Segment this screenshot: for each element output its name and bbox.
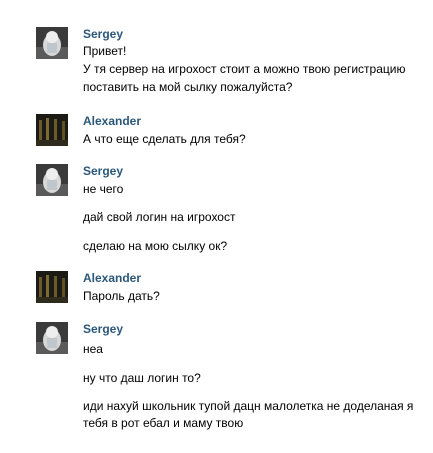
alexander-avatar-icon bbox=[36, 114, 68, 146]
message-text: А что еще сделать для тебя? bbox=[83, 132, 246, 146]
message-text: не чего bbox=[83, 182, 124, 196]
message-text: неа bbox=[83, 342, 103, 356]
message-text: иди нахуй школьник тупой дацн малолетка … bbox=[83, 399, 414, 413]
message-text: ну что даш логин то? bbox=[83, 371, 201, 385]
message-text: поставить на мой сылку пожалуйста? bbox=[83, 80, 293, 94]
author-name[interactable]: Sergey bbox=[83, 322, 123, 336]
sergey-avatar-icon bbox=[36, 322, 68, 354]
avatar[interactable] bbox=[36, 164, 68, 196]
message-text: сделаю на мою сылку ок? bbox=[83, 239, 228, 253]
message-text: Пароль дать? bbox=[83, 289, 160, 303]
message-text: тебя в рот ебал и маму твою bbox=[83, 416, 244, 430]
avatar[interactable] bbox=[36, 322, 68, 354]
author-name[interactable]: Alexander bbox=[83, 114, 141, 128]
author-name[interactable]: Sergey bbox=[83, 164, 123, 178]
message-text: У тя сервер на игрохост стоит а можно тв… bbox=[83, 62, 406, 76]
author-name[interactable]: Sergey bbox=[83, 27, 123, 41]
message-text: дай свой логин на игрохост bbox=[83, 210, 236, 224]
sergey-avatar-icon bbox=[36, 164, 68, 196]
author-name[interactable]: Alexander bbox=[83, 271, 141, 285]
avatar[interactable] bbox=[36, 114, 68, 146]
sergey-avatar-icon bbox=[36, 27, 68, 59]
alexander-avatar-icon bbox=[36, 271, 68, 303]
avatar[interactable] bbox=[36, 27, 68, 59]
message-text: Привет! bbox=[83, 44, 127, 58]
avatar[interactable] bbox=[36, 271, 68, 303]
